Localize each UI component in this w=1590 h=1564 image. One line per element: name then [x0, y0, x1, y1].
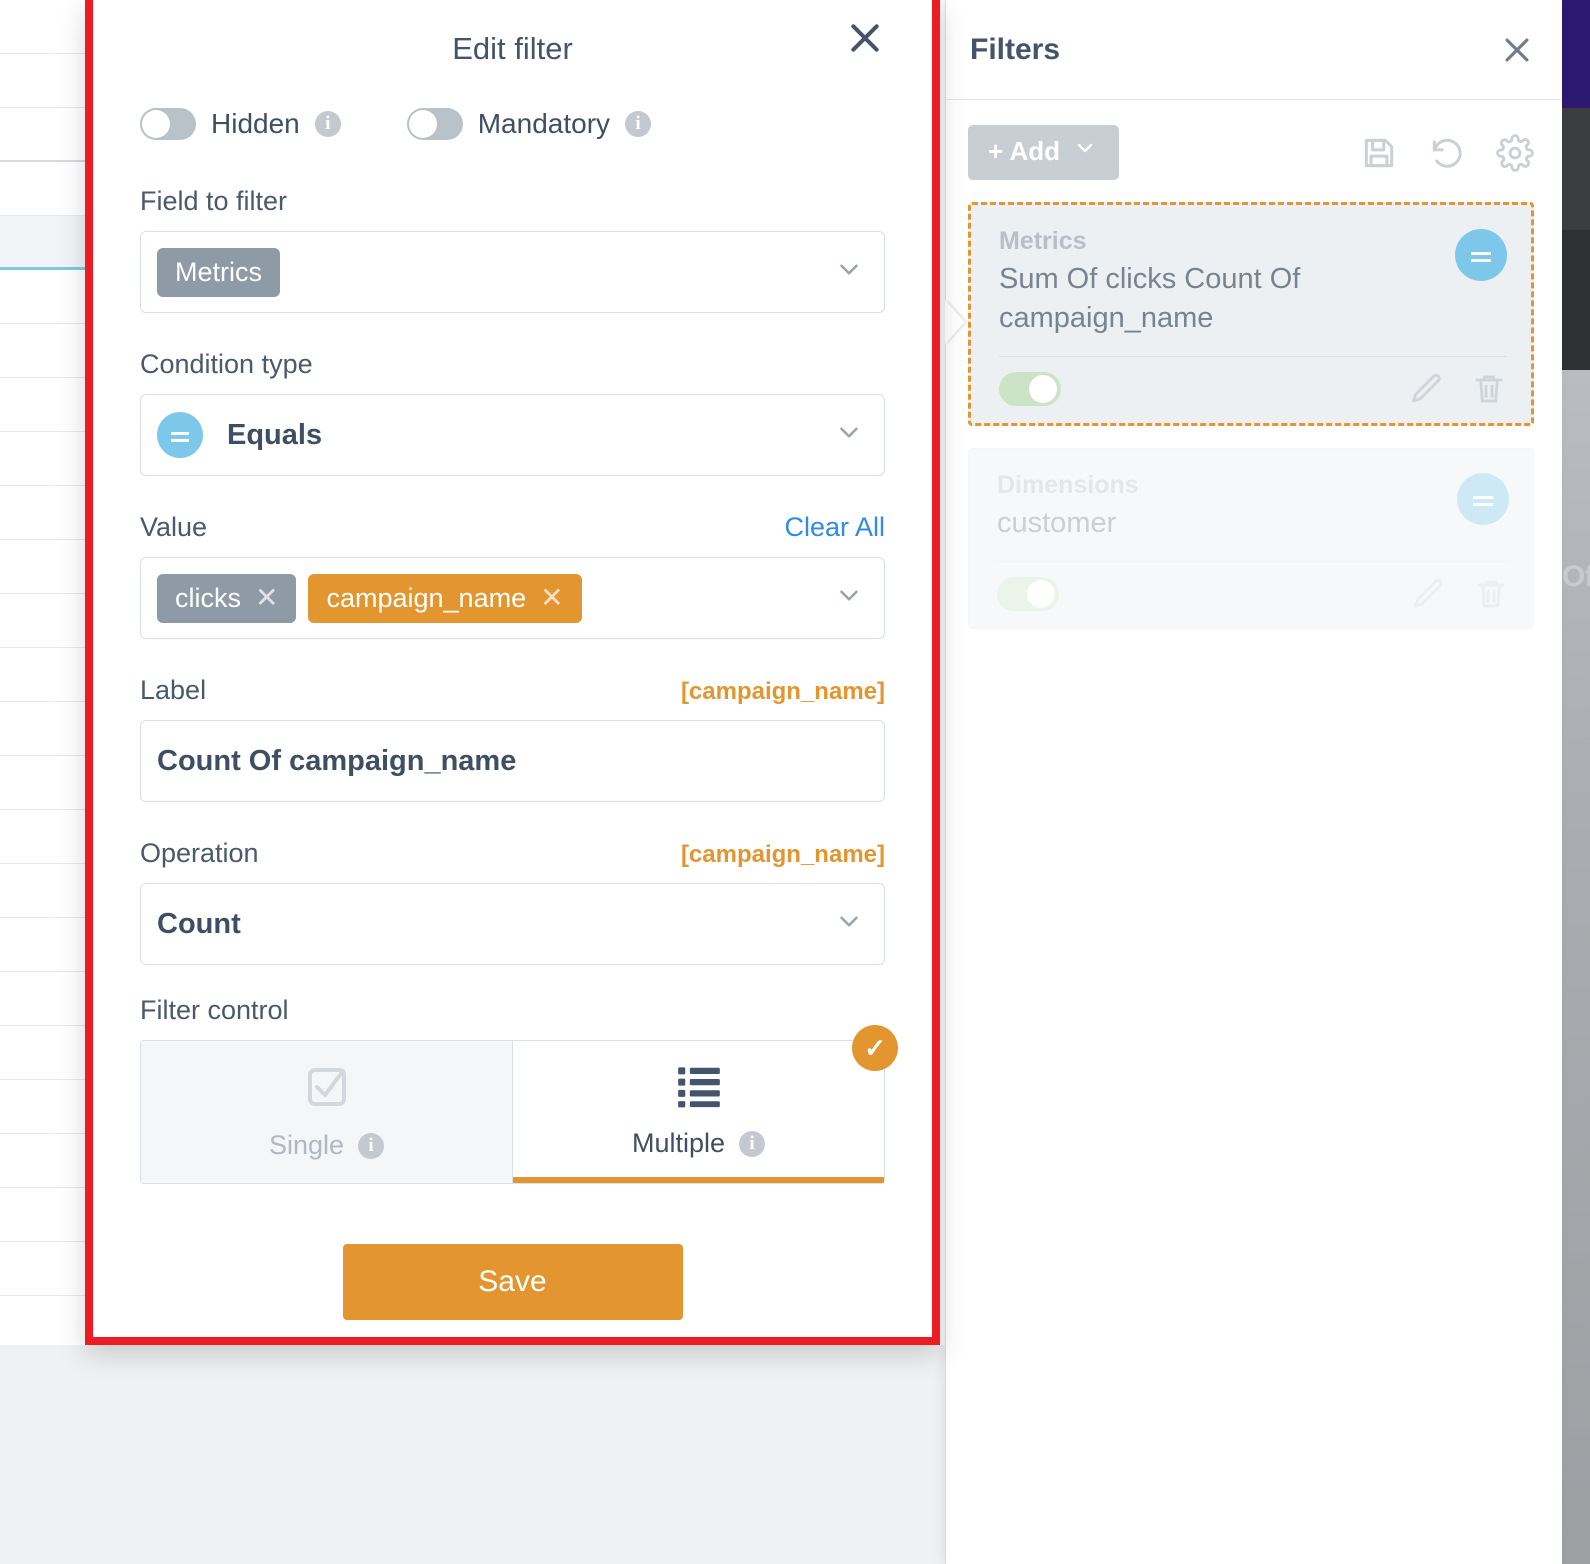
gear-icon[interactable] — [1496, 134, 1534, 172]
chevron-down-icon — [834, 581, 864, 616]
field-chip[interactable]: Metrics — [157, 248, 280, 297]
filter-control-single[interactable]: Single i — [141, 1041, 512, 1183]
filters-panel: Filters + Add — [945, 0, 1562, 1564]
operation-value: Count — [157, 908, 241, 941]
mandatory-toggle-group: Mandatory i — [407, 108, 651, 140]
info-icon[interactable]: i — [315, 111, 341, 137]
rail-dark-panel-lower — [1562, 230, 1590, 370]
close-icon[interactable] — [1500, 33, 1534, 67]
filter-card-metrics[interactable]: Metrics Sum Of clicks Count Of campaign_… — [968, 202, 1534, 426]
filters-panel-header: Filters — [946, 0, 1562, 100]
filter-card-footer — [997, 562, 1509, 612]
mandatory-toggle-label: Mandatory — [478, 108, 610, 140]
value-chip-campaign-name[interactable]: campaign_name ✕ — [308, 574, 581, 623]
filter-card-type: Metrics — [999, 227, 1507, 256]
info-icon[interactable]: i — [739, 1131, 765, 1157]
chevron-down-icon — [834, 418, 864, 453]
info-icon[interactable]: i — [625, 111, 651, 137]
edit-filter-modal: Edit filter Hidden i Mandatory i Field t… — [85, 0, 940, 1345]
filters-panel-title: Filters — [970, 33, 1060, 67]
equals-icon[interactable] — [1457, 473, 1509, 525]
field-chip-label: Metrics — [175, 257, 262, 288]
rail-dark-panel — [1562, 108, 1590, 230]
value-chip-label: campaign_name — [326, 583, 526, 614]
filter-card-footer — [999, 357, 1507, 407]
operation-select[interactable]: Count — [140, 883, 885, 965]
label-field-label: Label — [140, 675, 206, 706]
list-icon — [674, 1059, 724, 1114]
rail-grey-surface — [1562, 370, 1590, 1564]
selected-check-icon: ✓ — [852, 1025, 898, 1071]
undo-icon[interactable] — [1428, 134, 1466, 172]
background-page-surface — [0, 1345, 945, 1564]
filter-enable-toggle[interactable] — [997, 577, 1059, 611]
clear-all-button[interactable]: Clear All — [784, 512, 885, 543]
field-to-filter-label: Field to filter — [140, 186, 885, 217]
pencil-icon[interactable] — [1411, 576, 1447, 612]
page-title: Edit filter — [452, 31, 573, 67]
checkbox-icon — [303, 1063, 351, 1116]
info-icon[interactable]: i — [358, 1133, 384, 1159]
label-field-hint: [campaign_name] — [681, 678, 885, 706]
filter-card-actions — [1411, 576, 1509, 612]
filters-toolbar: + Add — [946, 100, 1562, 180]
filter-control-label: Filter control — [140, 995, 885, 1026]
filter-card-dimensions[interactable]: Dimensions customer — [968, 448, 1534, 629]
filters-tool-icons — [1360, 134, 1534, 172]
filter-control-single-label-group: Single i — [269, 1130, 384, 1161]
hidden-toggle[interactable] — [140, 108, 196, 140]
trash-icon[interactable] — [1473, 576, 1509, 612]
filter-control-segmented: Single i ✓ Multiple i — [140, 1040, 885, 1184]
filter-control-multiple[interactable]: ✓ Multiple i — [513, 1041, 884, 1183]
value-select[interactable]: clicks ✕ campaign_name ✕ — [140, 557, 885, 639]
filter-control-multiple-label: Multiple — [632, 1128, 725, 1159]
remove-chip-icon[interactable]: ✕ — [540, 584, 563, 612]
equals-icon[interactable] — [1455, 229, 1507, 281]
modal-toggle-row: Hidden i Mandatory i — [140, 108, 885, 140]
filter-enable-toggle[interactable] — [999, 372, 1061, 406]
chevron-down-icon — [834, 255, 864, 290]
field-to-filter-select[interactable]: Metrics — [140, 231, 885, 313]
filter-card-actions — [1409, 371, 1507, 407]
filter-card-type: Dimensions — [997, 471, 1509, 500]
panel-pointer-arrow — [945, 300, 965, 344]
filter-card-name: customer — [997, 504, 1427, 543]
save-button[interactable]: Save — [343, 1244, 683, 1320]
add-filter-button[interactable]: + Add — [968, 125, 1119, 180]
mandatory-toggle[interactable] — [407, 108, 463, 140]
equals-icon — [157, 412, 203, 458]
filter-control-multiple-label-group: Multiple i — [632, 1128, 765, 1159]
value-label: Value — [140, 512, 207, 543]
value-chip-clicks[interactable]: clicks ✕ — [157, 574, 296, 623]
background-right-rail: Of — [1562, 0, 1590, 1564]
add-filter-label: + Add — [988, 136, 1060, 167]
hidden-toggle-label: Hidden — [211, 108, 300, 140]
pencil-icon[interactable] — [1409, 371, 1445, 407]
chevron-down-icon — [834, 907, 864, 942]
label-input[interactable]: Count Of campaign_name — [140, 720, 885, 802]
condition-type-select[interactable]: Equals — [140, 394, 885, 476]
label-field-header: Label [campaign_name] — [140, 675, 885, 706]
remove-chip-icon[interactable]: ✕ — [255, 584, 278, 612]
filter-card-name: Sum Of clicks Count Of campaign_name — [999, 260, 1429, 338]
condition-type-label: Condition type — [140, 349, 885, 380]
value-field-header: Value Clear All — [140, 512, 885, 543]
label-input-value: Count Of campaign_name — [157, 745, 516, 778]
value-chip-label: clicks — [175, 583, 241, 614]
operation-field-header: Operation [campaign_name] — [140, 838, 885, 869]
filter-control-single-label: Single — [269, 1130, 344, 1161]
save-icon[interactable] — [1360, 134, 1398, 172]
condition-type-value: Equals — [227, 419, 322, 452]
operation-label: Operation — [140, 838, 259, 869]
rail-ghost-text: Of — [1562, 560, 1590, 594]
close-icon[interactable] — [845, 18, 885, 58]
rail-brand-banner — [1562, 0, 1590, 108]
operation-hint: [campaign_name] — [681, 841, 885, 869]
trash-icon[interactable] — [1471, 371, 1507, 407]
hidden-toggle-group: Hidden i — [140, 108, 341, 140]
modal-header: Edit filter — [140, 0, 885, 98]
chevron-down-icon — [1073, 136, 1097, 167]
